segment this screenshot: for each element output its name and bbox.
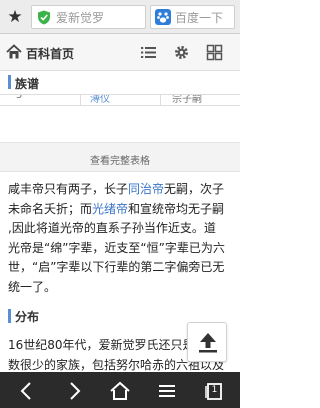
section-accent-bar xyxy=(8,309,11,323)
link-guangxu[interactable]: 光绪帝 xyxy=(92,202,128,216)
view-full-table-button[interactable]: 查看完整表格 xyxy=(0,142,240,172)
site-title[interactable]: 百科首页 xyxy=(26,45,74,62)
section-accent-bar xyxy=(8,75,11,89)
gear-icon[interactable] xyxy=(173,44,190,61)
arrow-up-to-top-icon xyxy=(199,333,217,353)
address-text: 爱新觉罗 xyxy=(56,11,105,25)
table-cell: 宗子嗣 xyxy=(172,94,202,105)
browser-bottom-bar: 1 xyxy=(0,372,240,408)
back-to-top-button[interactable] xyxy=(187,322,227,362)
back-icon[interactable] xyxy=(16,380,38,402)
table-divider xyxy=(160,95,161,105)
article-paragraph: 咸丰帝只有两子，长子同治帝无嗣，次子 未命名夭折；而光绪帝和宣统帝均无子嗣 ,因… xyxy=(8,180,234,297)
link-tongzhi[interactable]: 同治帝 xyxy=(128,182,164,196)
paragraph-line: ,因此将道光帝的直系子孙当作近支。道 xyxy=(8,221,216,235)
tab-count: 1 xyxy=(211,385,218,395)
home-icon[interactable] xyxy=(6,44,22,60)
search-box[interactable]: 百度一下 xyxy=(150,5,235,29)
site-nav-bar: 百科首页 xyxy=(0,34,240,71)
search-text: 百度一下 xyxy=(175,11,224,25)
section-title: 族谱 xyxy=(15,77,40,91)
star-icon[interactable]: ★ xyxy=(4,6,26,28)
shield-check-icon xyxy=(38,10,50,25)
section-title: 分布 xyxy=(15,310,40,324)
grid-icon[interactable] xyxy=(206,44,223,61)
paragraph-line: 世，“启”字辈以下行辈的第二字偏旁已无 xyxy=(8,260,225,274)
paragraph-line: 咸丰帝只有两子，长子同治帝无嗣，次子 xyxy=(8,182,225,196)
view-full-table-label: 查看完整表格 xyxy=(90,156,150,167)
table-divider xyxy=(80,95,81,105)
forward-icon[interactable] xyxy=(63,380,85,402)
table-cell: 5 xyxy=(16,94,23,101)
genealogy-table-fragment: 5 溥仪 宗子嗣 xyxy=(0,94,240,106)
paragraph-line: 光帝是“绵”字辈，近支至“恒”字辈已为六 xyxy=(8,240,225,255)
browser-top-bar: ★ 爱新觉罗 百度一下 xyxy=(0,0,240,34)
table-cell-link[interactable]: 溥仪 xyxy=(90,95,110,105)
home-icon[interactable] xyxy=(109,380,131,402)
paragraph-line: 统一了。 xyxy=(8,279,57,294)
address-bar[interactable]: 爱新觉罗 xyxy=(31,5,146,29)
section-header-genealogy: 族谱 xyxy=(0,72,240,94)
baidu-logo-icon xyxy=(155,9,171,25)
menu-icon[interactable] xyxy=(156,380,178,402)
list-icon[interactable] xyxy=(140,44,157,61)
paragraph-line: 未命名夭折；而光绪帝和宣统帝均无子嗣 xyxy=(8,201,225,216)
tabs-button[interactable]: 1 xyxy=(203,380,225,402)
